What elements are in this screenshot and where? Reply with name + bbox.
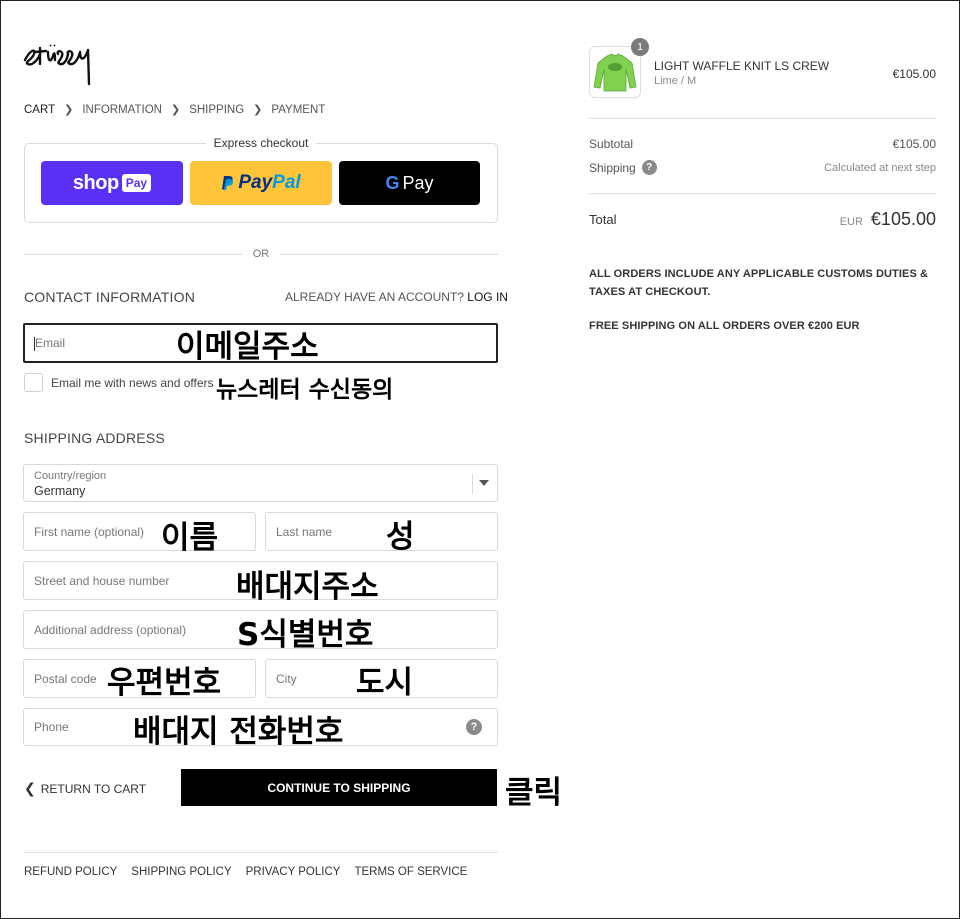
annotation-first-name: 이름 — [161, 520, 219, 556]
newsletter-checkbox[interactable] — [24, 373, 43, 392]
shop-pay-button[interactable]: shop Pay — [41, 161, 183, 205]
select-divider — [472, 474, 473, 494]
footer-divider — [24, 852, 498, 853]
chevron-right-icon: ❯ — [64, 104, 74, 116]
refund-policy-link[interactable]: REFUND POLICY — [24, 866, 117, 878]
newsletter-label[interactable]: Email me with news and offers — [51, 376, 214, 390]
total-row: Total EUR €105.00 — [589, 209, 936, 229]
stussy-logo-icon — [23, 44, 91, 86]
login-link[interactable]: LOG IN — [467, 290, 508, 304]
or-divider-text: OR — [252, 248, 270, 260]
paypal-button[interactable]: Pay Pal — [190, 161, 332, 205]
annotation-additional: S식별번호 — [237, 617, 374, 653]
annotation-continue: 클릭 — [505, 775, 563, 811]
last-name-input[interactable]: Last name — [265, 512, 498, 551]
chevron-right-icon: ❯ — [170, 104, 181, 116]
sweater-image-icon — [593, 53, 637, 92]
terms-of-service-link[interactable]: TERMS OF SERVICE — [354, 866, 467, 878]
annotation-email: 이메일주소 — [176, 329, 319, 365]
first-name-input[interactable]: First name (optional) — [23, 512, 256, 551]
quantity-badge: 1 — [631, 38, 649, 56]
shipping-row: Shipping ? Calculated at next step — [589, 160, 936, 175]
summary-divider — [589, 118, 936, 119]
annotation-newsletter: 뉴스레터 수신동의 — [216, 377, 394, 403]
breadcrumb-shipping: SHIPPING — [189, 103, 245, 116]
breadcrumb-payment: PAYMENT — [271, 103, 326, 116]
breadcrumb-information: INFORMATION — [82, 103, 162, 116]
continue-to-shipping-button[interactable]: CONTINUE TO SHIPPING — [181, 769, 497, 806]
chevron-left-icon: ❮ — [24, 780, 36, 796]
chevron-right-icon: ❯ — [253, 104, 263, 116]
summary-divider — [589, 193, 936, 194]
login-prompt: ALREADY HAVE AN ACCOUNT? LOG IN — [285, 290, 508, 304]
product-variant: Lime / M — [654, 75, 697, 87]
customs-notice: ALL ORDERS INCLUDE ANY APPLICABLE CUSTOM… — [589, 268, 929, 298]
breadcrumb-cart[interactable]: CART — [24, 104, 55, 116]
shipping-section-title: SHIPPING ADDRESS — [24, 430, 165, 446]
chevron-down-icon — [479, 480, 489, 486]
annotation-street: 배대지주소 — [236, 569, 379, 605]
breadcrumb: CART ❯ INFORMATION ❯ SHIPPING ❯ PAYMENT — [24, 103, 326, 117]
divider-left — [24, 254, 242, 255]
paypal-p-icon — [222, 176, 234, 190]
product-price: €105.00 — [892, 67, 936, 81]
brand-logo[interactable] — [22, 38, 98, 88]
free-shipping-notice: FREE SHIPPING ON ALL ORDERS OVER €200 EU… — [589, 320, 860, 332]
country-select[interactable]: Country/region Germany — [23, 464, 498, 502]
google-g-icon: G — [385, 172, 400, 193]
annotation-postal: 우편번호 — [107, 665, 222, 701]
google-pay-button[interactable]: G Pay — [339, 161, 480, 205]
annotation-phone: 배대지 전화번호 — [133, 714, 344, 750]
footer-links: REFUND POLICY SHIPPING POLICY PRIVACY PO… — [24, 866, 467, 878]
annotation-last-name: 성 — [386, 519, 415, 555]
product-name: LIGHT WAFFLE KNIT LS CREW — [654, 59, 830, 73]
help-icon[interactable]: ? — [641, 160, 657, 175]
return-to-cart-link[interactable]: ❮ RETURN TO CART — [24, 780, 146, 797]
subtotal-row: Subtotal €105.00 — [589, 137, 936, 151]
contact-section-title: CONTACT INFORMATION — [24, 289, 196, 305]
express-checkout-title: Express checkout — [24, 136, 498, 150]
help-icon[interactable]: ? — [466, 719, 482, 735]
annotation-city: 도시 — [356, 665, 414, 701]
privacy-policy-link[interactable]: PRIVACY POLICY — [246, 866, 341, 878]
shipping-policy-link[interactable]: SHIPPING POLICY — [131, 866, 231, 878]
divider-right — [280, 254, 498, 255]
